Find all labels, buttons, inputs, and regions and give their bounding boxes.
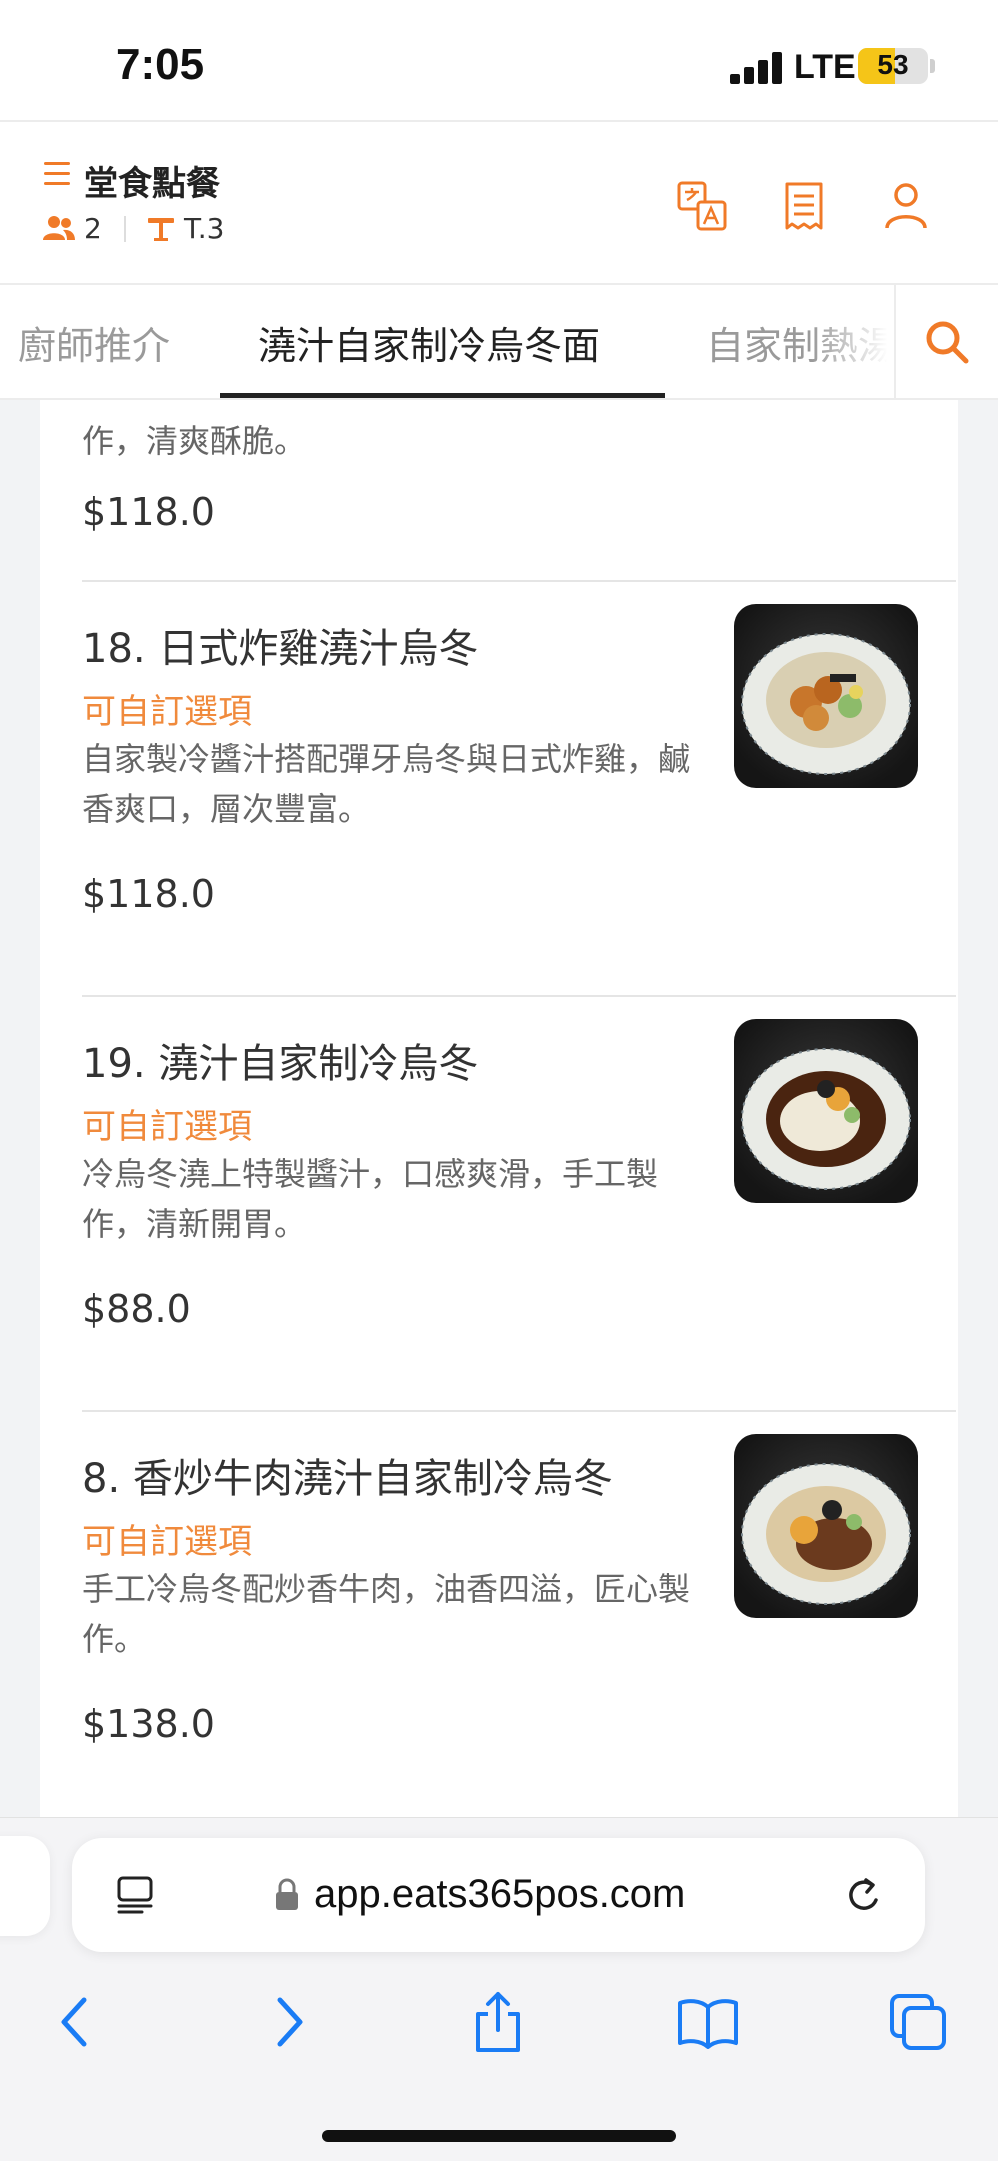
search-button[interactable] [894,285,998,398]
store-title: 堂食點餐 [84,164,220,204]
lock-icon [276,1878,298,1910]
tab-cold-udon[interactable]: 澆汁自家制冷烏冬面 [258,315,600,370]
account-button[interactable] [878,178,934,234]
forward-icon [277,1997,303,2047]
item-name: 8. 香炒牛肉澆汁自家制冷烏冬 [82,1456,613,1502]
item-price: $118.0 [82,490,215,534]
table-icon [148,218,174,241]
item-description: 作，清爽酥脆。 [82,422,307,460]
tabs-button[interactable] [886,1990,950,2054]
tab-chef-recommend[interactable]: 廚師推介 [18,315,170,370]
guests-icon [43,216,75,240]
item-description: 冷烏冬澆上特製醬汁，口感爽滑，手工製作，清新開胃。 [82,1155,659,1243]
status-time: 7:05 [116,40,205,89]
item-description: 手工冷烏冬配炒香牛肉，油香四溢，匠心製作。 [82,1570,691,1658]
item-photo[interactable] [734,1434,918,1618]
user-icon [885,183,927,229]
network-label: LTE [794,48,856,86]
receipt-icon [785,182,823,230]
menu-item[interactable]: 19. 澆汁自家制冷烏冬 可自訂選項 冷烏冬澆上特製醬汁，口感爽滑，手工製作，清… [40,997,958,1410]
reader-icon[interactable] [114,1874,156,1916]
status-bar: 7:05 LTE 53 [0,0,998,120]
translate-button[interactable] [674,178,730,234]
forward-button[interactable] [258,1990,322,2054]
customizable-label: 可自訂選項 [82,1107,252,1147]
menu-card: 作，清爽酥脆。 $118.0 18. 日式炸雞澆汁烏冬 可自訂選項 自家製冷醬汁… [40,400,958,1817]
menu-item[interactable]: 8. 香炒牛肉澆汁自家制冷烏冬 可自訂選項 手工冷烏冬配炒香牛肉，油香四溢，匠心… [40,1412,958,1817]
back-button[interactable] [42,1990,106,2054]
signal-icon [730,52,786,84]
bookmarks-button[interactable] [676,1990,740,2054]
item-photo[interactable] [734,604,918,788]
menu-icon[interactable] [44,162,70,186]
url-text: app.eats365pos.com [314,1872,686,1916]
menu-list[interactable]: 作，清爽酥脆。 $118.0 18. 日式炸雞澆汁烏冬 可自訂選項 自家製冷醬汁… [0,400,998,1817]
item-name: 19. 澆汁自家制冷烏冬 [82,1041,479,1087]
table-number: T.3 [184,212,225,245]
browser-toolbar: app.eats365pos.com [0,1817,998,2161]
item-price: $138.0 [82,1702,215,1746]
category-tabs: 廚師推介 澆汁自家制冷烏冬面 自家制熱湯 [0,285,998,400]
customizable-label: 可自訂選項 [82,692,252,732]
app-header: 堂食點餐 2 T.3 [0,120,998,285]
reload-icon[interactable] [842,1874,886,1918]
bookmarks-icon [678,1999,738,2049]
item-photo[interactable] [734,1019,918,1203]
battery-cap [930,59,935,73]
home-indicator [322,2130,676,2142]
header-divider [124,216,126,242]
active-tab-indicator [220,393,665,398]
menu-item[interactable]: 18. 日式炸雞澆汁烏冬 可自訂選項 自家製冷醬汁搭配彈牙烏冬與日式炸雞，鹹香爽… [40,582,958,995]
share-button[interactable] [466,1990,530,2054]
battery-level: 53 [877,49,909,80]
back-icon [61,1997,87,2047]
item-description: 自家製冷醬汁搭配彈牙烏冬與日式炸雞，鹹香爽口，層次豐富。 [82,740,691,828]
translate-icon [677,181,727,231]
tab-fade [812,285,896,398]
item-price: $88.0 [82,1287,191,1331]
share-icon [476,1992,520,2052]
guest-count: 2 [84,212,102,245]
address-bar[interactable]: app.eats365pos.com [72,1838,925,1952]
customizable-label: 可自訂選項 [82,1522,252,1562]
item-name: 18. 日式炸雞澆汁烏冬 [82,626,479,672]
previous-tab-card[interactable] [0,1836,50,1936]
tabs-icon [890,1994,946,2050]
search-icon [926,321,969,363]
item-price: $118.0 [82,872,215,916]
battery-icon: 53 [858,48,928,84]
order-list-button[interactable] [776,178,832,234]
